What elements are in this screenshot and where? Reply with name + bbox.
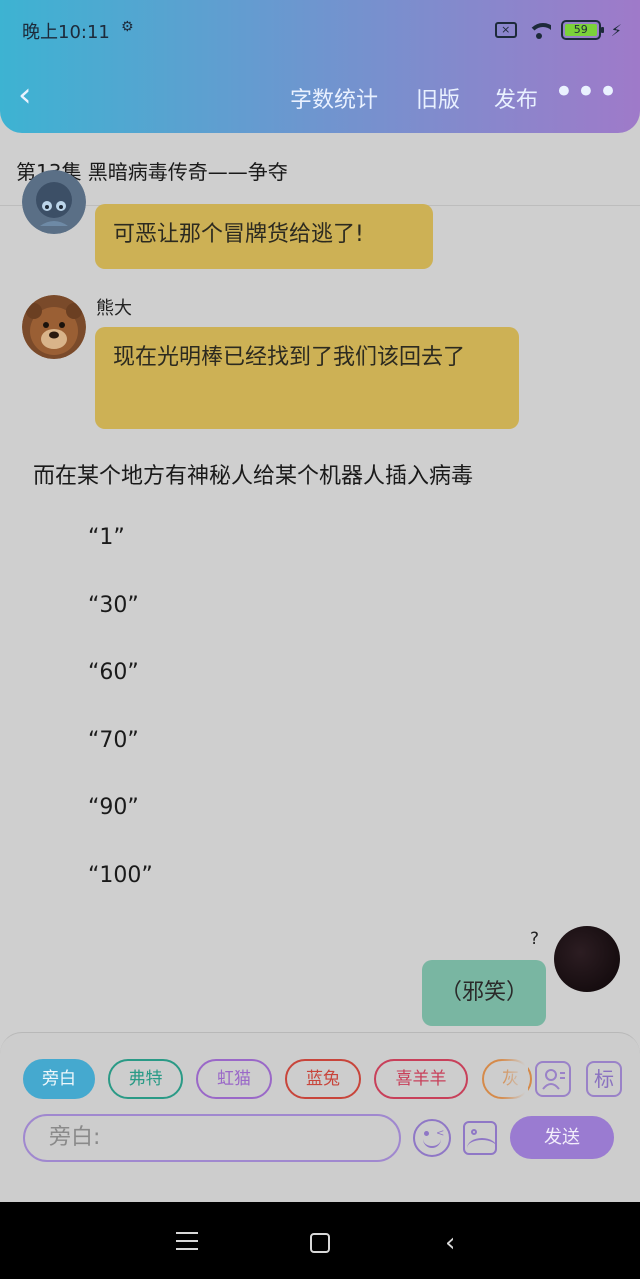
message-input[interactable]: 旁白: xyxy=(23,1114,401,1162)
word-count-button[interactable]: 字数统计 xyxy=(290,82,378,114)
charging-bolt-icon: ⚡ xyxy=(610,20,622,40)
narration-line: “30” xyxy=(88,593,139,618)
narration-line: “70” xyxy=(88,728,139,753)
mark-button[interactable]: 标 xyxy=(586,1061,622,1097)
emoji-icon[interactable]: < xyxy=(413,1119,451,1157)
character-chip[interactable]: 喜羊羊 xyxy=(374,1059,468,1099)
narration-line: “1” xyxy=(88,525,125,550)
avatar[interactable] xyxy=(22,170,86,234)
publish-button[interactable]: 发布 xyxy=(494,82,538,114)
back-icon[interactable]: ‹ xyxy=(18,78,32,112)
old-version-button[interactable]: 旧版 xyxy=(416,82,460,114)
app-header: 晚上10:11 ⚙ × 59 ⚡ ‹ 字数统计 旧版 发布 ••• xyxy=(0,0,640,133)
narration-text: 而在某个地方有神秘人给某个机器人插入病毒 xyxy=(33,464,474,489)
home-icon[interactable] xyxy=(310,1233,330,1253)
narration-line: “100” xyxy=(88,863,153,888)
status-bar: 晚上10:11 ⚙ × 59 ⚡ xyxy=(0,0,640,60)
image-hill xyxy=(467,1138,495,1153)
message-bubble: 可恶让那个冒牌货给逃了! xyxy=(95,204,433,269)
send-button[interactable]: 发送 xyxy=(510,1116,614,1159)
system-nav-bar: ‹ xyxy=(0,1202,640,1279)
nav-back-icon[interactable]: ‹ xyxy=(445,1228,455,1258)
message-bubble: （邪笑） xyxy=(422,960,546,1026)
top-nav: ‹ 字数统计 旧版 发布 ••• xyxy=(0,70,640,122)
image-icon[interactable] xyxy=(463,1121,497,1155)
status-icons: × 59 ⚡ xyxy=(494,18,622,42)
narration-line: “60” xyxy=(88,660,139,685)
menu-icon[interactable] xyxy=(176,1232,198,1256)
battery-icon: 59 xyxy=(560,20,604,40)
emoji-mouth xyxy=(423,1138,441,1148)
message-bubble: 现在光明棒已经找到了我们该回去了 xyxy=(95,327,519,429)
character-chip-narrator[interactable]: 旁白 xyxy=(23,1059,95,1099)
speaker-name: 熊大 xyxy=(96,298,132,319)
status-time: 晚上10:11 xyxy=(22,22,110,43)
more-options-icon[interactable]: ••• xyxy=(554,72,620,112)
battery-level: 59 xyxy=(564,24,597,36)
wifi-icon xyxy=(526,20,551,40)
character-chip[interactable]: 虹猫 xyxy=(196,1059,272,1099)
emoji-eye xyxy=(424,1131,429,1136)
image-sun xyxy=(471,1129,477,1135)
character-chip[interactable]: 弗特 xyxy=(108,1059,183,1099)
chip-fade xyxy=(500,1055,528,1105)
settings-icon: ⚙ xyxy=(121,19,134,35)
role-icon[interactable] xyxy=(535,1061,571,1097)
character-chip[interactable]: 蓝兔 xyxy=(285,1059,361,1099)
narration-line: “90” xyxy=(88,795,139,820)
avatar[interactable] xyxy=(22,295,86,359)
close-box-icon: × xyxy=(494,22,517,38)
avatar[interactable] xyxy=(554,926,620,992)
speaker-name: ? xyxy=(530,929,540,949)
